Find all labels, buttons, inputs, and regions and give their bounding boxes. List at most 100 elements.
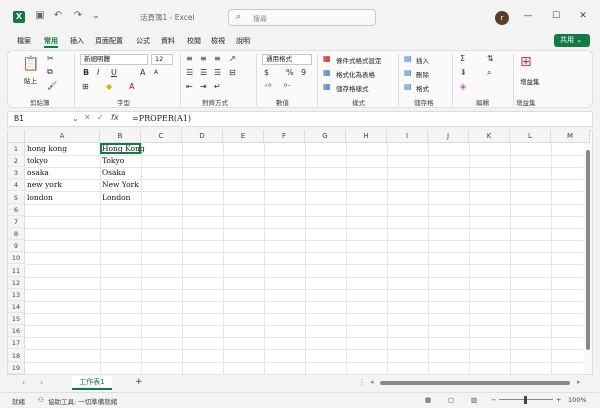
cell-b4[interactable]: New York	[102, 180, 139, 190]
minimize-icon[interactable]: —	[522, 11, 534, 21]
column-header-d[interactable]: D	[182, 130, 223, 143]
grow-font-button[interactable]: A	[140, 68, 145, 77]
cell-b3[interactable]: Osaka	[102, 168, 126, 178]
fill-icon[interactable]: ⬇	[460, 68, 467, 77]
select-all-button[interactable]	[8, 130, 25, 143]
increase-decimal-icon[interactable]: ⁺⁰	[264, 82, 271, 91]
maximize-icon[interactable]: ☐	[550, 11, 562, 21]
accessibility-icon[interactable]: ⚇	[38, 396, 44, 404]
tab-home[interactable]: 常用	[44, 36, 58, 46]
row-header-9[interactable]: 9	[8, 240, 25, 253]
close-icon[interactable]: ✕	[577, 11, 589, 21]
tab-review[interactable]: 校閱	[187, 36, 201, 46]
column-header-l[interactable]: L	[510, 130, 551, 143]
align-left-icon[interactable]: ☰	[186, 68, 193, 77]
avatar[interactable]: r	[495, 11, 509, 25]
column-header-h[interactable]: H	[346, 130, 387, 143]
format-as-table-icon[interactable]: ▦	[323, 68, 331, 77]
orientation-icon[interactable]: ↗	[229, 54, 236, 63]
zoom-out-icon[interactable]: −	[491, 396, 496, 404]
wrap-text-icon[interactable]: ↵	[214, 82, 221, 91]
zoom-level[interactable]: 100%	[568, 396, 587, 404]
row-header-8[interactable]: 8	[8, 228, 25, 241]
search-input[interactable]: ⌕ 搜尋	[228, 9, 376, 26]
delete-cells-button[interactable]: 刪除	[416, 69, 429, 79]
column-header-e[interactable]: E	[223, 130, 264, 143]
accessibility-status[interactable]: 協助工具: 一切準備就緒	[48, 396, 117, 406]
addins-icon[interactable]: ⊞	[520, 54, 532, 70]
bold-button[interactable]: B	[83, 68, 89, 77]
row-header-13[interactable]: 13	[8, 288, 25, 301]
row-header-18[interactable]: 18	[8, 349, 25, 362]
align-top-icon[interactable]: ≡	[186, 54, 193, 63]
tab-insert[interactable]: 插入	[70, 36, 84, 46]
share-button[interactable]: 共用 ⌄	[554, 34, 590, 47]
comma-button[interactable]: 9	[301, 68, 306, 77]
horizontal-scroll-thumb[interactable]	[380, 381, 570, 385]
name-box[interactable]: B1	[8, 112, 70, 126]
fill-color-icon[interactable]: ◆	[106, 82, 112, 91]
cell-a4[interactable]: new york	[27, 180, 62, 190]
tab-view[interactable]: 檢視	[211, 36, 225, 46]
column-header-k[interactable]: K	[469, 130, 510, 143]
name-box-dropdown-icon[interactable]: ⌄	[72, 114, 79, 123]
format-painter-icon[interactable]: 🖌	[47, 81, 57, 90]
number-format-select[interactable]: 通用格式	[262, 54, 312, 65]
align-middle-icon[interactable]: ≡	[200, 54, 207, 63]
cell-a2[interactable]: tokyo	[27, 156, 48, 166]
row-header-14[interactable]: 14	[8, 300, 25, 313]
cut-icon[interactable]: ✂	[47, 54, 54, 63]
row-header-4[interactable]: 4	[8, 179, 25, 192]
align-bottom-icon[interactable]: ≡	[214, 54, 221, 63]
delete-cells-icon[interactable]: ▤	[404, 68, 412, 77]
page-break-view-icon[interactable]: ▥	[471, 396, 477, 404]
font-size-select[interactable]: 12	[151, 54, 173, 65]
more-options-icon[interactable]: ⋮	[358, 378, 366, 387]
conditional-formatting-button[interactable]: 條件式格式設定	[336, 55, 382, 65]
row-header-12[interactable]: 12	[8, 276, 25, 289]
align-right-icon[interactable]: ☰	[214, 68, 221, 77]
normal-view-icon[interactable]: ▦	[425, 396, 431, 404]
sheet-tab[interactable]: 工作表1	[72, 376, 112, 390]
row-header-11[interactable]: 11	[8, 264, 25, 277]
italic-button[interactable]: I	[97, 68, 99, 77]
vertical-scroll-thumb[interactable]	[586, 150, 590, 350]
insert-cells-icon[interactable]: ▤	[404, 54, 412, 63]
addins-button[interactable]: 增益集	[520, 76, 540, 86]
prev-sheet-icon[interactable]: ‹	[22, 378, 25, 387]
decrease-decimal-icon[interactable]: ⁰⁻	[284, 82, 291, 91]
tab-data[interactable]: 資料	[161, 36, 175, 46]
cancel-icon[interactable]: ✕	[84, 113, 91, 122]
next-sheet-icon[interactable]: ›	[40, 378, 43, 387]
row-header-3[interactable]: 3	[8, 167, 25, 180]
find-select-icon[interactable]: ⌕	[487, 68, 491, 78]
insert-cells-button[interactable]: 插入	[416, 55, 429, 65]
redo-icon[interactable]: ↷	[72, 10, 84, 22]
scroll-left-icon[interactable]: ◂	[370, 378, 374, 386]
row-header-6[interactable]: 6	[8, 203, 25, 216]
cell-styles-button[interactable]: 儲存格樣式	[336, 83, 369, 93]
increase-indent-icon[interactable]: ⇥	[200, 82, 207, 91]
zoom-in-icon[interactable]: +	[556, 396, 561, 404]
tab-help[interactable]: 說明	[236, 36, 250, 46]
row-header-19[interactable]: 19	[8, 361, 25, 374]
row-header-15[interactable]: 15	[8, 313, 25, 326]
row-header-1[interactable]: 1	[8, 143, 25, 155]
scroll-right-icon[interactable]: ▸	[577, 378, 581, 386]
paste-button[interactable]: 貼上	[24, 75, 37, 85]
tab-page-layout[interactable]: 頁面配置	[95, 36, 123, 46]
cell-a1[interactable]: hong kong	[27, 144, 67, 154]
row-header-2[interactable]: 2	[8, 155, 25, 168]
column-header-j[interactable]: J	[428, 130, 469, 143]
shrink-font-button[interactable]: A	[154, 69, 158, 76]
copy-icon[interactable]: ⧉	[47, 67, 53, 77]
column-header-i[interactable]: I	[387, 130, 428, 143]
cell-a5[interactable]: london	[27, 193, 53, 203]
customize-toolbar-icon[interactable]: ⌄	[90, 10, 102, 22]
row-header-16[interactable]: 16	[8, 325, 25, 338]
format-as-table-button[interactable]: 格式化為表格	[336, 69, 375, 79]
save-icon[interactable]: ▣	[34, 10, 46, 22]
paste-icon[interactable]: 📋	[22, 56, 39, 72]
percent-button[interactable]: %	[286, 68, 294, 77]
format-cells-button[interactable]: 格式	[416, 83, 429, 93]
